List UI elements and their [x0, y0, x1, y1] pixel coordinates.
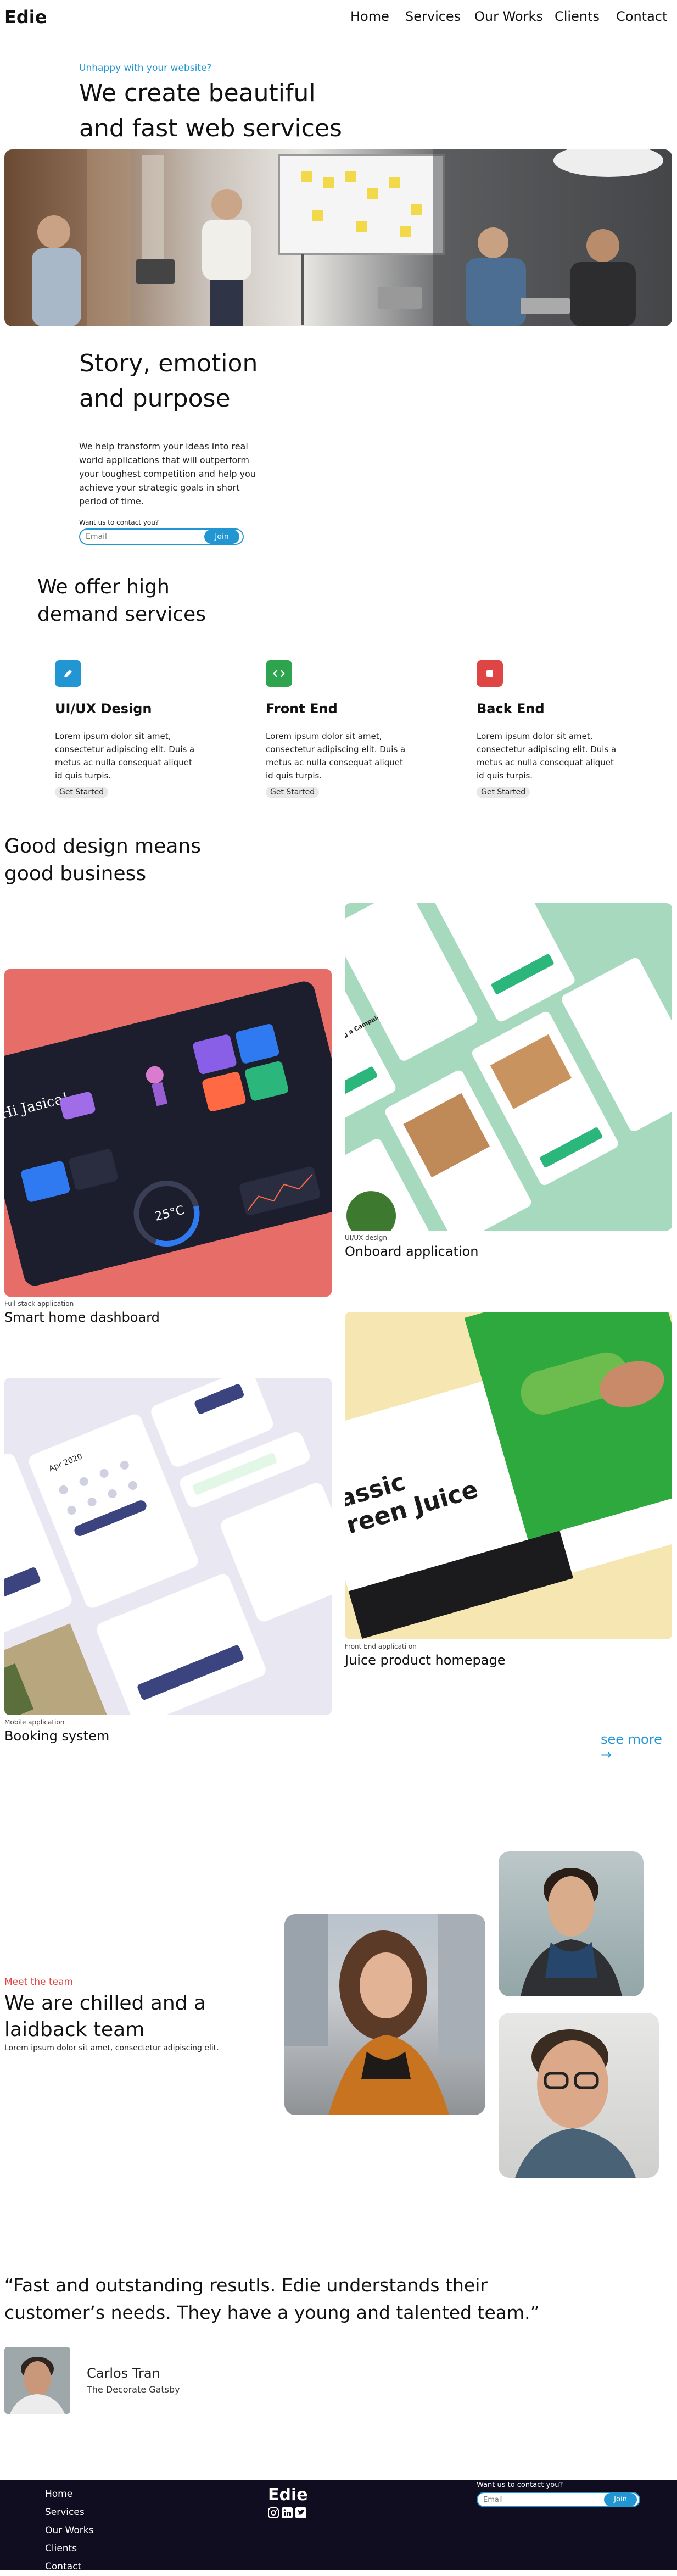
hero-title-line1: We create beautiful — [79, 79, 316, 107]
service-title-frontend: Front End — [266, 701, 338, 716]
testimonial-avatar — [4, 2347, 70, 2414]
project-image-onboard[interactable]: Start by Creating a Campaign — [345, 903, 672, 1231]
testimonial-name: Carlos Tran — [87, 2366, 160, 2381]
project-caption-booking: Mobile application — [4, 1718, 65, 1726]
project-image-smart-home[interactable]: Hi Jasica! 25°C — [4, 969, 332, 1297]
story-body: We help transform your ideas into real w… — [79, 441, 256, 507]
testimonial-company: The Decorate Gatsby — [87, 2384, 180, 2395]
site-header: Edie Home Services Our Works Clients Con… — [0, 0, 677, 35]
pencil-icon — [55, 660, 81, 687]
service-text-backend: Lorem ipsum dolor sit amet, consectetur … — [477, 731, 617, 781]
instagram-icon[interactable] — [268, 2507, 279, 2518]
team-photo-woman — [284, 1914, 485, 2115]
footer-brand[interactable]: Edie — [268, 2485, 308, 2505]
team-title-line1: We are chilled and a — [4, 1992, 206, 2015]
service-title-uiux: UI/UX Design — [55, 701, 152, 716]
nav-contact[interactable]: Contact — [616, 9, 667, 24]
story-contact-label: Want us to contact you? — [79, 519, 159, 526]
team-body: Lorem ipsum dolor sit amet, consectetur … — [4, 2044, 219, 2052]
project-caption-juice: Front End applicati on — [345, 1643, 417, 1650]
site-footer: Home Services Our Works Clients Contact … — [0, 2480, 677, 2572]
get-started-button-backend[interactable]: Get Started — [477, 787, 530, 798]
team-photo-man-scarf — [499, 1851, 644, 1996]
story-email-input[interactable] — [85, 532, 197, 542]
nav-services[interactable]: Services — [405, 9, 461, 24]
services-title-line1: We offer high — [37, 576, 170, 598]
footer-contact-label: Want us to contact you? — [477, 2481, 563, 2489]
footer-link-home[interactable]: Home — [45, 2485, 72, 2503]
project-image-juice[interactable]: assic reen Juice — [345, 1312, 672, 1639]
works-title-line2: good business — [4, 863, 147, 885]
story-join-button[interactable]: Join — [204, 530, 239, 544]
service-text-frontend: Lorem ipsum dolor sit amet, consectetur … — [266, 731, 406, 781]
square-icon — [477, 660, 503, 687]
get-started-button-uiux[interactable]: Get Started — [55, 787, 109, 798]
story-title-line2: and purpose — [79, 385, 231, 413]
project-caption-onboard: UI/UX design — [345, 1234, 387, 1242]
hero-title-line2: and fast web services — [79, 114, 342, 142]
team-photo-man-glasses — [499, 2013, 659, 2178]
nav-home[interactable]: Home — [350, 9, 389, 24]
twitter-icon[interactable] — [295, 2507, 306, 2518]
service-title-backend: Back End — [477, 701, 545, 716]
project-title-onboard[interactable]: Onboard application — [345, 1244, 478, 1259]
project-title-booking[interactable]: Booking system — [4, 1728, 109, 1744]
get-started-button-frontend[interactable]: Get Started — [266, 787, 320, 798]
hero-eyebrow: Unhappy with your website? — [79, 63, 212, 74]
footer-join-button[interactable]: Join — [604, 2493, 637, 2506]
works-title-line1: Good design means — [4, 835, 201, 858]
footer-link-clients[interactable]: Clients — [45, 2540, 77, 2558]
project-title-juice[interactable]: Juice product homepage — [345, 1653, 505, 1668]
team-eyebrow: Meet the team — [4, 1977, 74, 1988]
footer-social-icons — [268, 2507, 312, 2519]
story-title-line1: Story, emotion — [79, 349, 258, 377]
testimonial-quote-line2: customer’s needs. They have a young and … — [4, 2302, 540, 2323]
hero-team-photo — [4, 149, 672, 326]
team-title-line2: laidback team — [4, 2018, 145, 2041]
footer-email-input[interactable] — [482, 2495, 594, 2505]
nav-our-works[interactable]: Our Works — [474, 9, 543, 24]
see-more-link[interactable]: see more → — [601, 1732, 677, 1762]
footer-link-our-works[interactable]: Our Works — [45, 2522, 93, 2540]
nav-clients[interactable]: Clients — [555, 9, 600, 24]
footer-link-contact[interactable]: Contact — [45, 2558, 81, 2576]
service-text-uiux: Lorem ipsum dolor sit amet, consectetur … — [55, 731, 195, 781]
services-title-line2: demand services — [37, 603, 206, 626]
footer-link-services[interactable]: Services — [45, 2503, 85, 2522]
testimonial-quote-line1: “Fast and outstanding resutls. Edie unde… — [4, 2274, 488, 2296]
project-title-smart-home[interactable]: Smart home dashboard — [4, 1310, 160, 1325]
project-image-booking[interactable]: Apr 2020 — [4, 1378, 332, 1715]
project-caption-smart-home: Full stack application — [4, 1300, 74, 1308]
brand-logo[interactable]: Edie — [4, 7, 47, 27]
linkedin-icon[interactable] — [282, 2507, 293, 2518]
code-icon — [266, 660, 292, 687]
